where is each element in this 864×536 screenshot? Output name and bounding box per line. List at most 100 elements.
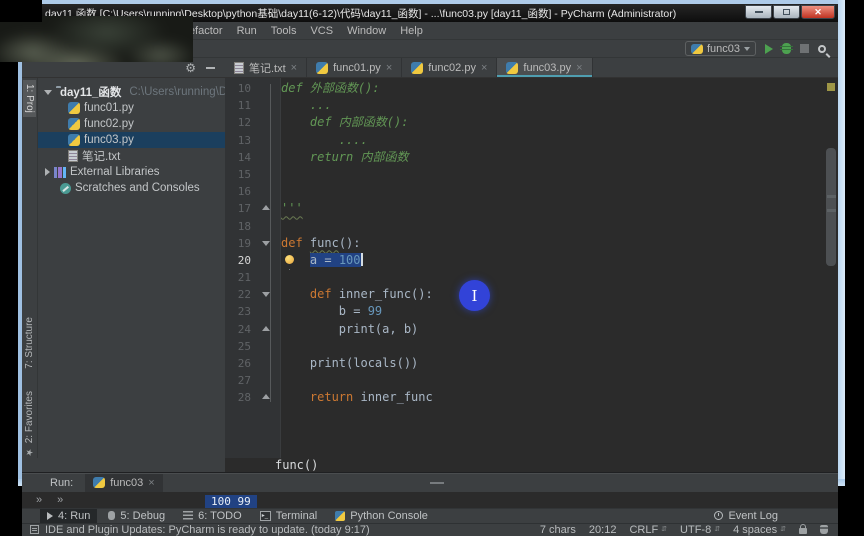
gear-icon[interactable]: ⚙ [185,62,196,74]
stripe-mark[interactable] [827,209,836,212]
stop-button[interactable] [800,44,809,53]
chevron-more-icon[interactable]: » [36,494,43,506]
code-line-18[interactable]: 18 [225,218,824,235]
fold-up-icon[interactable] [262,325,270,331]
editor-last-line[interactable]: func() [22,457,838,473]
status-widget-20:12[interactable]: 20:12 [589,524,617,536]
code-line-24[interactable]: 24 print(a, b) [225,321,824,338]
tree-item-func01.py[interactable]: func01.py [38,100,225,116]
fold-column [255,286,281,303]
lock-icon[interactable] [799,524,807,535]
code-text: .... [281,132,368,149]
code-line-15[interactable]: 15 [225,166,824,183]
close-icon[interactable]: × [291,62,297,74]
tab-笔记.txt[interactable]: 笔记.txt × [225,58,308,77]
chevron-right-icon[interactable] [45,168,50,176]
run-button[interactable] [765,43,773,54]
chevron-down-icon[interactable] [44,89,52,95]
close-icon[interactable]: × [386,62,392,74]
tool-button-run[interactable]: 4: Run [40,508,98,523]
tool-button-debug[interactable]: 5: Debug [101,509,172,523]
tool-button-label: Python Console [350,509,428,522]
run-configuration-selector[interactable]: func03 [684,41,756,56]
fold-up-icon[interactable] [262,394,270,400]
close-button[interactable]: ✕ [801,5,835,19]
chevron-more-icon[interactable]: » [57,494,64,506]
run-tab-func03[interactable]: func03 × [85,473,163,492]
tool-button-python[interactable]: Python Console [328,509,435,523]
maximize-button[interactable] [773,5,800,19]
tool-button-structure[interactable]: 7: Structure [23,313,36,373]
warning-stripe-mark[interactable] [827,83,835,91]
code-line-28[interactable]: 28 return inner_func [225,389,824,406]
code-line-20[interactable]: 20 a = 100 [225,252,824,269]
code-line-26[interactable]: 26 print(locals()) [225,355,824,372]
status-widget-7-chars[interactable]: 7 chars [540,524,576,536]
scrollbar-thumb[interactable] [826,148,836,266]
tree-item-笔记.txt[interactable]: 笔记.txt [38,148,225,164]
close-icon[interactable]: × [576,62,582,74]
debug-icon [108,511,116,521]
run-console[interactable]: » » 100 99 [22,481,838,508]
code-line-13[interactable]: 13 .... [225,132,824,149]
tab-func01.py[interactable]: func01.py × [307,58,403,77]
code-line-12[interactable]: 12 def 内部函数(): [225,114,824,131]
status-message[interactable]: IDE and Plugin Updates: PyCharm is ready… [45,524,370,536]
status-widget-4-spaces[interactable]: 4 spaces ⇵ [733,524,786,536]
intention-bulb-icon[interactable] [285,254,294,264]
minimize-button[interactable] [745,5,772,19]
tree-item-func03.py[interactable]: func03.py [38,132,225,148]
tab-func02.py[interactable]: func02.py × [402,58,498,77]
code-line-23[interactable]: 23 b = 99 [225,303,824,320]
fold-column [255,114,281,131]
tool-button-favorites[interactable]: 2: Favorites [23,387,36,447]
status-widget-utf-8[interactable]: UTF-8 ⇵ [680,524,720,536]
tab-label: 笔记.txt [249,62,286,75]
code-segment: def 内部函数(): [281,115,409,130]
line-number: 19 [237,236,251,250]
code-line-16[interactable]: 16 [225,183,824,200]
tool-button-project[interactable]: 1: Proj [23,80,36,117]
notification-icon[interactable] [30,525,39,535]
inspections-profile-icon[interactable] [820,525,828,535]
python-icon [68,102,80,114]
stripe-mark[interactable] [827,195,836,198]
tree-item-external-libraries[interactable]: External Libraries [38,164,225,180]
tree-root-day11[interactable]: day11_函数 C:\Users\running\Deskto [38,84,225,100]
menu-item-help[interactable]: Help [394,24,429,38]
tree-item-label: 笔记.txt [82,151,121,163]
event-log-button[interactable]: Event Log [714,510,778,522]
tool-button-terminal[interactable]: ▸_ Terminal [253,509,325,523]
editor-tabs: 笔记.txt × func01.py × func02.py × func03.py × [225,58,593,77]
close-icon[interactable]: × [481,62,487,74]
code-segment: a = [309,252,339,267]
tab-func03.py[interactable]: func03.py × [497,58,593,77]
fold-up-icon[interactable] [262,205,270,211]
menu-item-run[interactable]: Run [231,24,263,38]
editor-scrollbar[interactable] [824,78,838,458]
fold-down-icon[interactable] [262,292,270,298]
menu-item-tools[interactable]: Tools [265,24,303,38]
code-line-14[interactable]: 14 return 内部函数 [225,149,824,166]
code-line-11[interactable]: 11 ... [225,97,824,114]
debug-button[interactable] [780,43,793,54]
close-icon[interactable]: × [148,477,154,489]
tree-item-scratches[interactable]: Scratches and Consoles [38,180,225,196]
search-everywhere-button[interactable] [818,44,826,53]
status-widget-crlf[interactable]: CRLF ⇵ [629,524,667,536]
code-line-27[interactable]: 27 [225,372,824,389]
fold-down-icon[interactable] [262,240,270,246]
hide-panel-icon[interactable] [206,66,215,69]
code-line-21[interactable]: 21 [225,269,824,286]
code-editor[interactable]: 10 def 外部函数(): 11 ... 12 def 内部函数(): 13 ....… [225,78,838,458]
tree-item-func02.py[interactable]: func02.py [38,116,225,132]
menu-item-window[interactable]: Window [341,24,392,38]
code-line-25[interactable]: 25 [225,338,824,355]
code-line-10[interactable]: 10 def 外部函数(): [225,80,824,97]
menu-item-vcs[interactable]: VCS [304,24,339,38]
splitter-handle[interactable] [430,481,444,484]
tool-button-todo[interactable]: 6: TODO [176,509,249,523]
code-line-17[interactable]: 17 ''' [225,200,824,217]
code-line-19[interactable]: 19 def func(): [225,235,824,252]
code-line-22[interactable]: 22 def inner_func(): [225,286,824,303]
